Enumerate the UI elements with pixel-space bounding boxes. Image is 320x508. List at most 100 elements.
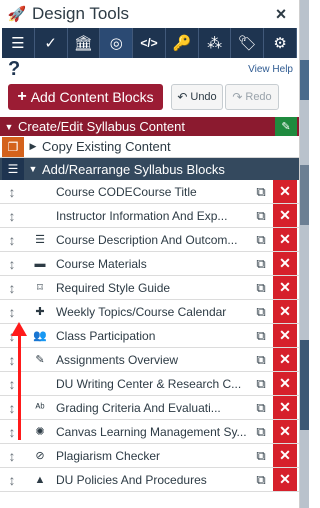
block-label[interactable]: Instructor Information And Exp... (56, 209, 249, 223)
drag-handle-icon[interactable]: ↕ (0, 184, 24, 200)
blocks-list-icon: ☰ (2, 158, 24, 180)
rocket-icon: 🚀 (7, 6, 27, 23)
block-label[interactable]: Course CODECourse Title (56, 185, 249, 199)
block-row-course-title: ↕ Course CODECourse Title ⧉ ✕ (0, 180, 299, 204)
delete-button[interactable]: ✕ (273, 396, 297, 419)
list-icon[interactable]: ☰ (2, 28, 35, 58)
delete-button[interactable]: ✕ (273, 276, 297, 299)
duplicate-icon[interactable]: ⧉ (249, 472, 273, 488)
block-row-plagiarism-checker: ↕ ⊘ Plagiarism Checker ⧉ ✕ (0, 444, 299, 468)
duplicate-icon[interactable]: ⧉ (249, 256, 273, 272)
drag-handle-icon[interactable]: ↕ (0, 472, 24, 488)
redo-icon: ↷ (232, 90, 243, 104)
delete-button[interactable]: ✕ (273, 468, 297, 491)
add-rearrange-blocks-row[interactable]: ☰ ▼ Add/Rearrange Syllabus Blocks (0, 158, 299, 180)
add-content-blocks-button[interactable]: + Add Content Blocks (8, 84, 163, 110)
delete-button[interactable]: ✕ (273, 324, 297, 347)
block-label[interactable]: Required Style Guide (56, 281, 249, 295)
drag-handle-icon[interactable]: ↕ (0, 304, 24, 320)
duplicate-icon[interactable]: ⧉ (249, 376, 273, 392)
delete-button[interactable]: ✕ (273, 180, 297, 203)
cubes-icon[interactable]: ⁂ (198, 28, 232, 58)
block-label[interactable]: Class Participation (56, 329, 249, 343)
drag-handle-icon[interactable]: ↕ (0, 280, 24, 296)
copy-existing-label: Copy Existing Content (42, 139, 171, 154)
duplicate-icon[interactable]: ⧉ (249, 232, 273, 248)
block-label[interactable]: Weekly Topics/Course Calendar (56, 305, 249, 319)
undo-icon: ↶ (177, 90, 188, 104)
drag-handle-icon[interactable]: ↕ (0, 232, 24, 248)
add-content-blocks-label: Add Content Blocks (30, 89, 154, 105)
duplicate-icon[interactable]: ⧉ (249, 280, 273, 296)
delete-button[interactable]: ✕ (273, 444, 297, 467)
duplicate-icon[interactable]: ⧉ (249, 328, 273, 344)
duplicate-icon[interactable]: ⧉ (249, 304, 273, 320)
drag-handle-icon[interactable]: ↕ (0, 256, 24, 272)
block-label[interactable]: Grading Criteria And Evaluati... (56, 401, 249, 415)
delete-button[interactable]: ✕ (273, 372, 297, 395)
block-label[interactable]: Canvas Learning Management Sy... (56, 425, 249, 439)
delete-button[interactable]: ✕ (273, 252, 297, 275)
close-icon[interactable]: × (271, 4, 291, 25)
redo-label: Redo (245, 91, 272, 103)
block-row-assignments-overview: ↕ ✎ Assignments Overview ⧉ ✕ (0, 348, 299, 372)
undo-label: Undo (190, 91, 217, 103)
duplicate-icon[interactable]: ⧉ (249, 208, 273, 224)
block-row-course-description: ↕ ☰ Course Description And Outcom... ⧉ ✕ (0, 228, 299, 252)
collapse-arrow-icon: ▼ (4, 121, 14, 132)
block-label[interactable]: Assignments Overview (56, 353, 249, 367)
users-icon: 👥 (33, 330, 47, 342)
copy-icon: ❐ (2, 136, 24, 157)
drag-handle-icon[interactable]: ↕ (0, 448, 24, 464)
question-icon[interactable]: ? (8, 58, 20, 81)
institution-icon[interactable]: 🏛 (67, 28, 101, 58)
edit-wand-icon[interactable]: ✎ (275, 117, 297, 136)
syllabus-blocks-list: ↕ Course CODECourse Title ⧉ ✕ ↕ Instruct… (0, 180, 299, 492)
collapse-arrow-icon: ▼ (28, 164, 38, 174)
create-edit-section-header[interactable]: ▼ Create/Edit Syllabus Content ✎ (0, 117, 299, 136)
create-edit-label: Create/Edit Syllabus Content (18, 119, 185, 134)
background-block (300, 165, 309, 225)
copy-existing-content-row[interactable]: ❐ ▶ Copy Existing Content (0, 136, 299, 158)
code-icon[interactable]: </> (133, 28, 166, 58)
book-icon: ▬ (34, 257, 46, 270)
block-label[interactable]: DU Policies And Procedures (56, 473, 249, 487)
block-row-class-participation: ↕ 👥 Class Participation ⧉ ✕ (0, 324, 299, 348)
delete-button[interactable]: ✕ (273, 420, 297, 443)
delete-button[interactable]: ✕ (273, 204, 297, 227)
edit-icon: ✎ (35, 354, 45, 366)
bookmark-icon: ⌑ (37, 282, 43, 294)
block-row-weekly-topics: ↕ ✚ Weekly Topics/Course Calendar ⧉ ✕ (0, 300, 299, 324)
redo-button[interactable]: ↷ Redo (225, 84, 279, 110)
duplicate-icon[interactable]: ⧉ (249, 448, 273, 464)
drag-handle-icon[interactable]: ↕ (0, 208, 24, 224)
panel-title: Design Tools (32, 4, 130, 23)
block-label[interactable]: Course Materials (56, 257, 249, 271)
view-help-link[interactable]: View Help (248, 64, 293, 75)
key-icon[interactable]: 🔑 (165, 28, 199, 58)
check-circle-icon: ⊘ (35, 450, 45, 462)
block-label[interactable]: Plagiarism Checker (56, 449, 249, 463)
duplicate-icon[interactable]: ⧉ (249, 400, 273, 416)
block-row-du-policies: ↕ ▲ DU Policies And Procedures ⧉ ✕ (0, 468, 299, 492)
undo-button[interactable]: ↶ Undo (171, 84, 223, 110)
tags-icon[interactable]: 🏷 (231, 28, 265, 58)
delete-button[interactable]: ✕ (273, 300, 297, 323)
gears-icon[interactable]: ⚙ (264, 28, 298, 58)
duplicate-icon[interactable]: ⧉ (249, 424, 273, 440)
plus-icon: + (17, 88, 27, 105)
annotation-arrow-head (11, 322, 27, 336)
block-label[interactable]: DU Writing Center & Research C... (56, 377, 249, 391)
delete-button[interactable]: ✕ (273, 228, 297, 251)
puzzle-icon: ✚ (35, 306, 45, 318)
delete-button[interactable]: ✕ (273, 348, 297, 371)
block-label[interactable]: Course Description And Outcom... (56, 233, 249, 247)
duplicate-icon[interactable]: ⧉ (249, 352, 273, 368)
block-row-grading-criteria: ↕ ᴬᵇ Grading Criteria And Evaluati... ⧉ … (0, 396, 299, 420)
background-block (300, 60, 309, 100)
duplicate-icon[interactable]: ⧉ (249, 184, 273, 200)
design-tools-panel: 🚀 Design Tools × ☰ ✓ 🏛 ◎ </> 🔑 ⁂ 🏷 ⚙ ? V… (0, 0, 300, 508)
target-icon[interactable]: ◎ (100, 28, 134, 58)
check-icon[interactable]: ✓ (34, 28, 68, 58)
block-row-course-materials: ↕ ▬ Course Materials ⧉ ✕ (0, 252, 299, 276)
